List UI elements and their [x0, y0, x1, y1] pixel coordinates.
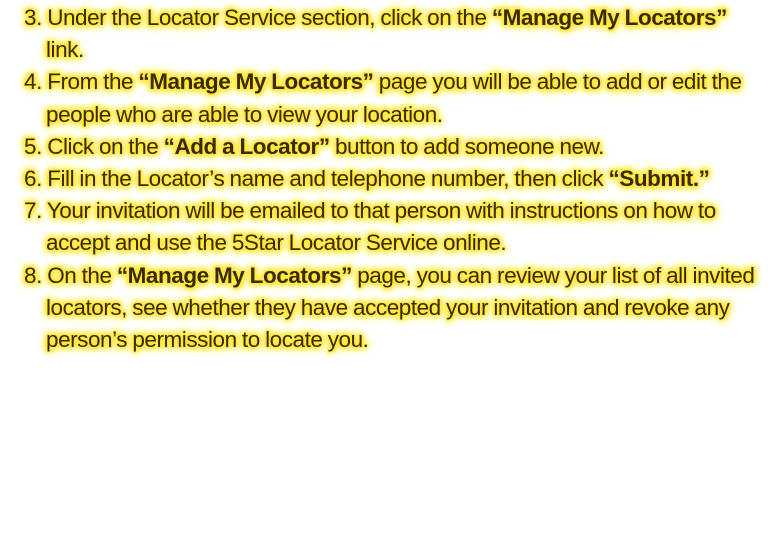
document-page: 3. Under the Locator Service section, cl… — [0, 0, 772, 536]
step-text: On the — [47, 262, 117, 288]
step-bold-text: “Submit.” — [608, 166, 710, 192]
step-number: 7. — [24, 198, 42, 224]
step-number: 8. — [24, 262, 42, 288]
step-text: Your invitation will be emailed to that … — [46, 198, 716, 256]
step-number: 5. — [24, 133, 42, 159]
step-number: 3. — [24, 5, 42, 30]
step-number: 6. — [24, 166, 42, 192]
step-number: 4. — [24, 69, 42, 95]
step-3: 3. Under the Locator Service section, cl… — [24, 2, 764, 66]
step-text: Fill in the Locator’s name and telephone… — [47, 166, 609, 192]
step-text: Click on the — [47, 133, 164, 159]
step-5: 5. Click on the “Add a Locator” button t… — [24, 131, 764, 163]
step-text-end: link. — [46, 37, 84, 63]
step-8: 8. On the “Manage My Locators” page, you… — [24, 260, 764, 357]
step-7: 7. Your invitation will be emailed to th… — [24, 195, 764, 259]
step-6: 6. Fill in the Locator’s name and teleph… — [24, 163, 764, 195]
step-text-end: button to add someone new. — [329, 133, 604, 159]
step-4: 4. From the “Manage My Locators” page yo… — [24, 66, 764, 130]
step-bold-text: “Manage My Locators” — [138, 69, 374, 95]
step-bold-text: “Manage My Locators” — [491, 5, 728, 30]
step-bold-text: “Add a Locator” — [163, 133, 330, 159]
step-bold-text: “Manage My Locators” — [116, 262, 353, 288]
step-text: From the — [47, 69, 139, 95]
step-text: Under the Locator Service section, click… — [47, 5, 492, 30]
instruction-steps: 3. Under the Locator Service section, cl… — [24, 2, 764, 356]
